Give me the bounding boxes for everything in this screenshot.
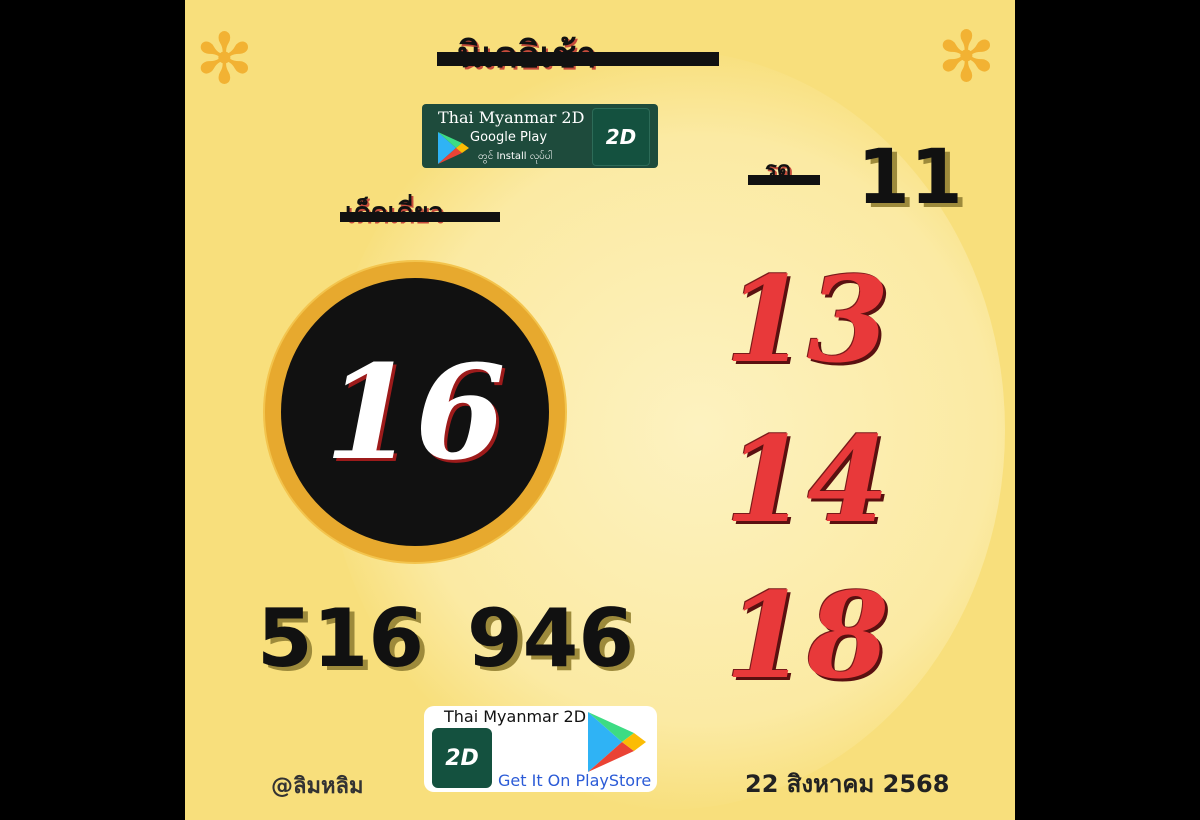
ad-top-store: Google Play (470, 130, 548, 145)
footer-handle: @ลิมหลิม (271, 774, 364, 799)
ad-top-app-name: Thai Myanmar 2D (438, 108, 585, 127)
main-number-circle: 16 (265, 262, 565, 562)
right-label-strike (748, 175, 820, 185)
right-number-3: 18 (725, 566, 890, 705)
three-digit-right: 946 (467, 592, 634, 685)
footer-date: 22 สิงหาคม 2568 (745, 770, 950, 798)
ad-bottom-app-name: Thai Myanmar 2D (444, 707, 587, 726)
app-logo-icon: 2D (592, 108, 650, 166)
flower-icon-left: ✻ (195, 18, 254, 100)
playstore-cta-link[interactable]: Get It On PlayStore (498, 771, 651, 790)
ad-top-install: တွင် Install လုပ်ပါ (478, 151, 553, 162)
main-number: 16 (324, 335, 506, 489)
app-logo-icon: 2D (432, 728, 492, 788)
right-number-2: 14 (725, 410, 890, 549)
google-play-icon (588, 712, 646, 772)
ad-badge-bottom[interactable]: Thai Myanmar 2D 2D Get It On PlayStore (424, 706, 657, 792)
three-digit-left: 516 (257, 592, 424, 685)
title-strike (437, 52, 719, 66)
google-play-icon (438, 132, 469, 164)
top-right-number: 11 (857, 132, 963, 221)
left-label-strike (340, 212, 500, 222)
right-number-1: 13 (725, 250, 890, 389)
ad-badge-top[interactable]: Thai Myanmar 2D Google Play တွင် Install… (422, 104, 658, 168)
flower-icon-right: ✻ (937, 16, 996, 98)
